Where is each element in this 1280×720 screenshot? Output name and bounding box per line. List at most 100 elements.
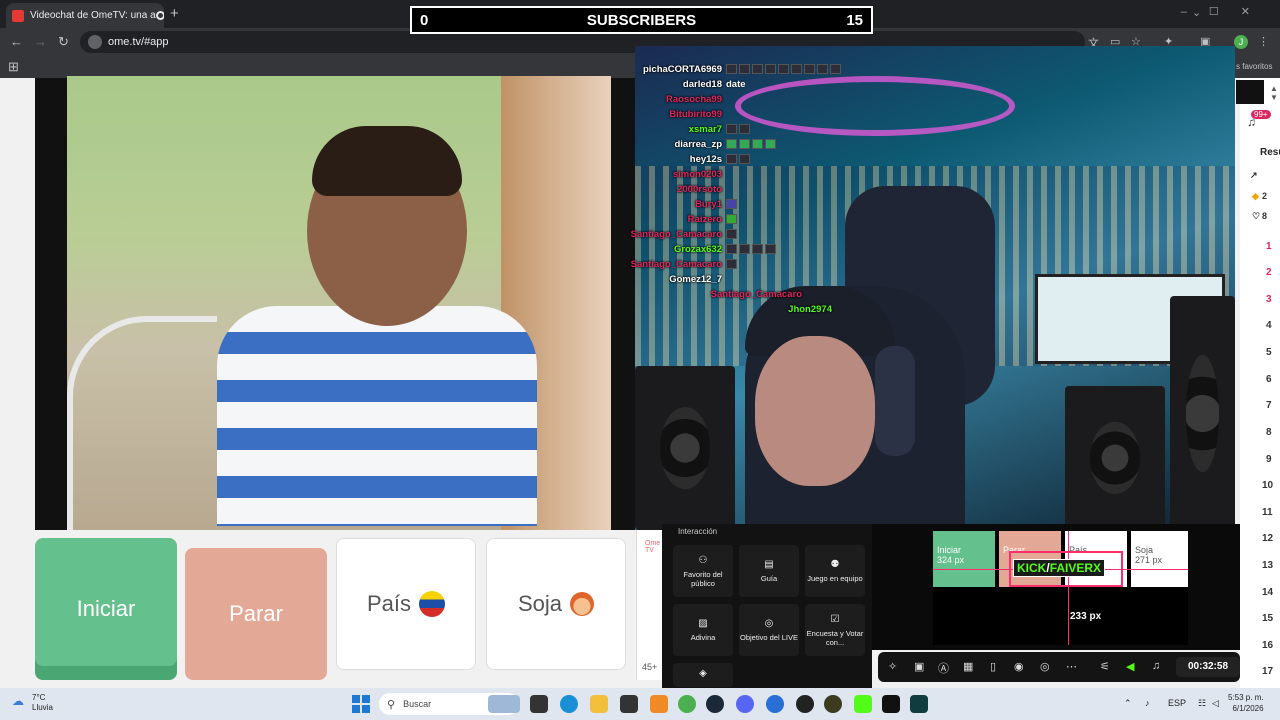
chat-message: Raizero <box>630 212 737 226</box>
venezuela-flag-icon <box>419 591 446 617</box>
boy-emoji-icon <box>570 592 595 616</box>
rain-cloud-icon: ☁ <box>12 694 24 708</box>
window-controls[interactable]: –☐✕ <box>1181 5 1272 18</box>
chrome-icon[interactable] <box>678 695 696 713</box>
tile-guia[interactable]: ▤ Guía <box>739 545 799 597</box>
stop-button[interactable]: Parar <box>185 548 327 680</box>
rank-number: 3 <box>1266 294 1272 305</box>
menu-icon[interactable]: ⋮ <box>1258 35 1269 48</box>
taskbar-search-label: Buscar <box>403 699 432 709</box>
chat-badges <box>726 259 737 269</box>
chat-message: xsmar7 <box>630 122 750 136</box>
chat-username: Bitubirito99 <box>669 108 722 120</box>
steam-icon[interactable] <box>706 695 724 713</box>
chat-message: Grozax632 <box>630 242 776 256</box>
tile-favorito-publico[interactable]: ⚇ Favorito del público <box>673 545 733 597</box>
layout-icon[interactable]: ▣ <box>914 660 924 673</box>
right-panel <box>1240 78 1280 688</box>
site-info-icon[interactable] <box>88 35 102 49</box>
tile-juego-equipo[interactable]: ⚉ Juego en equipo <box>805 545 865 597</box>
chat-message: diarrea_zp <box>630 137 776 151</box>
heart-icon: ♡ <box>1252 211 1261 221</box>
right-panel-header <box>1236 80 1264 104</box>
discord-icon[interactable] <box>736 695 754 713</box>
back-icon[interactable]: ← <box>10 34 23 49</box>
chat-message: Bitubirito99 <box>630 107 722 121</box>
chat-username: Santiago_Camacaro <box>630 228 722 240</box>
phone-icon[interactable]: ▯ <box>990 660 996 673</box>
rank-number: 16 <box>1262 640 1274 651</box>
ai-icon[interactable]: Ⓐ <box>938 660 949 676</box>
start-label: Iniciar <box>76 596 136 621</box>
bookmarks-label[interactable]: s favoritos <box>1236 62 1272 71</box>
forward-icon[interactable]: → <box>34 34 47 49</box>
chat-message: simon0203 <box>630 167 722 181</box>
edge-icon[interactable] <box>560 695 578 713</box>
country-button[interactable]: País <box>336 538 476 670</box>
record-icon[interactable]: ◉ <box>1014 660 1024 673</box>
chat-message: Gomez12_7 <box>630 272 722 286</box>
camera-switch-icon[interactable]: ◎ <box>1040 660 1050 673</box>
media-icon[interactable]: ▦ <box>963 660 973 673</box>
guide-line-vertical <box>1068 531 1069 645</box>
tile-label: Objetivo del LIVE <box>740 633 798 642</box>
language-indicator[interactable]: ESP <box>1168 698 1186 708</box>
chat-username: diarrea_zp <box>674 138 722 150</box>
system-clock[interactable]: 5:53 p. m. 6/1/2026 <box>1228 692 1264 714</box>
chat-message: Santiago_Camacaro <box>710 287 802 301</box>
tiktok-studio-icon[interactable] <box>910 695 928 713</box>
volume-icon[interactable]: ◁ <box>1212 698 1219 709</box>
new-tab-icon[interactable]: + <box>170 5 179 22</box>
chat-username: hey12s <box>689 153 722 165</box>
tile-label: Encuesta y Votar con... <box>806 628 864 647</box>
rank-number: 15 <box>1262 613 1274 624</box>
tiktok-icon[interactable] <box>882 695 900 713</box>
ometv-favicon-icon <box>12 9 24 22</box>
tray-chevron-icon[interactable]: ⌃ <box>1124 698 1132 709</box>
chat-message: pichaCORTA6969 <box>630 62 841 76</box>
preview-start-label: Iniciar <box>937 545 962 555</box>
kick-text: KICK <box>1017 561 1047 575</box>
stop-label: Parar <box>229 601 283 626</box>
kick-icon[interactable] <box>854 695 872 713</box>
chat-username: Raosocha99 <box>666 93 722 105</box>
chat-message: Santiago_Camacaro <box>630 257 737 271</box>
network-icon[interactable]: ☷ <box>1198 698 1206 709</box>
chat-username: Santiago_Camacaro <box>630 258 722 270</box>
profile-avatar[interactable]: J <box>1234 35 1248 49</box>
effects-icon[interactable]: ✧ <box>888 660 897 673</box>
results-heading: Resu <box>1260 147 1280 158</box>
chat-username: Gomez12_7 <box>669 273 722 285</box>
apps-grid-icon[interactable]: ⊞ <box>8 59 19 75</box>
mic-tray-icon[interactable]: ♪ <box>1145 698 1150 708</box>
tile-encuesta[interactable]: ☑ Encuesta y Votar con... <box>805 604 865 656</box>
obs-icon[interactable] <box>824 695 842 713</box>
scroll-arrows-icon[interactable]: ▲ ▼ <box>1270 84 1278 102</box>
tile-objetivo-live[interactable]: ◎ Objetivo del LIVE <box>739 604 799 656</box>
app-a-icon[interactable] <box>650 695 668 713</box>
microphone-icon[interactable]: ♫ <box>1152 660 1160 672</box>
app-blue-icon[interactable] <box>766 695 784 713</box>
chat-badges <box>726 124 750 134</box>
height-px-label: 233 px <box>1070 611 1102 622</box>
rank-number: 2 <box>1266 267 1272 278</box>
stream-chat: pichaCORTA6969 darled18 date Raosocha99 B… <box>630 60 890 320</box>
search-highlight-icon[interactable] <box>488 695 520 713</box>
preview-gender-px: 271 px <box>1135 555 1163 565</box>
file-explorer-icon[interactable] <box>590 695 608 713</box>
tile-more[interactable]: ◈ <box>673 663 733 687</box>
settings-sliders-icon[interactable]: ⚟ <box>1100 660 1110 673</box>
app-dark-icon[interactable] <box>796 695 814 713</box>
store-icon[interactable] <box>620 695 638 713</box>
more-icon[interactable]: ⋯ <box>1066 660 1077 673</box>
task-view-icon[interactable] <box>530 695 548 713</box>
windows-start-icon[interactable] <box>352 695 370 713</box>
speaker-icon[interactable]: ◀ <box>1126 660 1134 673</box>
browser-tab[interactable]: Videochat de OmeTV: una a ✕ <box>6 3 164 28</box>
chat-username: 2000rsoto <box>677 183 722 195</box>
live-timer: 00:32:58 <box>1176 657 1240 677</box>
gender-button[interactable]: Soja <box>486 538 626 670</box>
tile-adivina[interactable]: ▨ Adivina <box>673 604 733 656</box>
reload-icon[interactable]: ↻ <box>58 34 69 50</box>
start-button[interactable]: Iniciar <box>35 538 177 680</box>
